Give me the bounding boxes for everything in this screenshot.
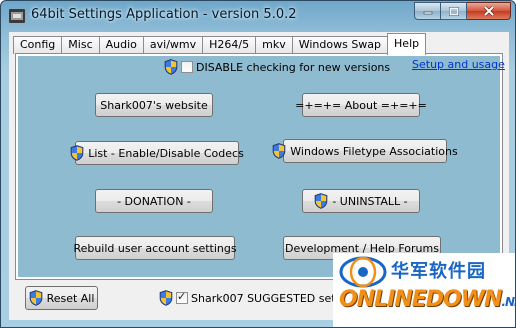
tab-avi-wmv[interactable]: avi/wmv (142, 36, 204, 54)
file-associations-button-label: Windows Filetype Associations (290, 144, 458, 158)
minimize-icon (423, 11, 432, 15)
codecs-button-label: List - Enable/Disable Codecs (88, 146, 244, 160)
tab-h264[interactable]: H264/5 (202, 36, 257, 54)
maximize-icon (448, 6, 459, 16)
app-icon (9, 9, 25, 23)
watermark-chinese-text: 华军软件园 (391, 261, 486, 282)
uac-shield-icon (315, 193, 328, 209)
donation-button[interactable]: - DONATION - (95, 189, 213, 213)
disable-version-check-checkbox[interactable] (181, 61, 193, 73)
reset-all-button-label: Reset All (46, 291, 95, 305)
reset-all-button[interactable]: Reset All (25, 286, 98, 310)
tab-mkv[interactable]: mkv (255, 36, 293, 54)
watermark-brand-name: ONLINEDOWN (339, 287, 502, 312)
about-button[interactable]: =+=+= About =+=+= (295, 93, 427, 117)
uac-shield-icon (29, 290, 42, 306)
watermark-brand-text: ONLINEDOWN.NET (339, 287, 515, 312)
maximize-button[interactable] (441, 2, 467, 20)
uninstall-button[interactable]: - UNINSTALL - (302, 189, 420, 213)
setup-and-usage-link[interactable]: Setup and usage (412, 58, 505, 71)
donation-button-label: - DONATION - (117, 194, 191, 208)
suggested-settings-checkbox[interactable] (176, 290, 188, 304)
website-button-label: Shark007's website (100, 98, 208, 112)
uninstall-button-label: - UNINSTALL - (332, 194, 408, 208)
app-window: 64bit Settings Application - version 5.0… (0, 0, 516, 328)
title-bar[interactable]: 64bit Settings Application - version 5.0… (1, 1, 515, 31)
uac-shield-icon (164, 59, 178, 75)
website-button[interactable]: Shark007's website (95, 93, 213, 117)
close-icon (483, 6, 494, 16)
window-title: 64bit Settings Application - version 5.0… (31, 7, 297, 22)
close-button[interactable] (467, 2, 511, 20)
minimize-button[interactable] (414, 2, 441, 20)
tab-windows-swap[interactable]: Windows Swap (291, 36, 389, 54)
file-associations-button[interactable]: Windows Filetype Associations (272, 139, 458, 163)
disable-version-check-label: DISABLE checking for new versions (196, 60, 391, 74)
watermark-brand-suffix: .NET (501, 295, 515, 309)
uac-shield-icon (159, 290, 173, 306)
disable-check-row[interactable]: DISABLE checking for new versions (164, 59, 390, 75)
rebuild-settings-button-label: Rebuild user account settings (73, 241, 237, 255)
uac-shield-icon (272, 143, 286, 159)
tab-strip: Config Misc Audio avi/wmv H264/5 mkv Win… (13, 33, 427, 55)
help-panel-body: DISABLE checking for new versions Setup … (18, 56, 505, 277)
tab-audio[interactable]: Audio (98, 36, 144, 54)
tab-help[interactable]: Help (387, 33, 427, 55)
onlinedown-logo-icon (339, 256, 387, 288)
uac-shield-icon (70, 145, 84, 161)
rebuild-settings-button[interactable]: Rebuild user account settings (73, 236, 237, 260)
about-button-label: =+=+= About =+=+= (295, 98, 427, 112)
onlinedown-watermark: 华军软件园 ONLINEDOWN.NET (333, 253, 515, 327)
tab-misc[interactable]: Misc (61, 36, 100, 54)
help-panel: DISABLE checking for new versions Setup … (15, 53, 505, 280)
codecs-button[interactable]: List - Enable/Disable Codecs (70, 141, 244, 165)
caption-buttons (414, 2, 511, 20)
tab-config[interactable]: Config (13, 36, 63, 54)
